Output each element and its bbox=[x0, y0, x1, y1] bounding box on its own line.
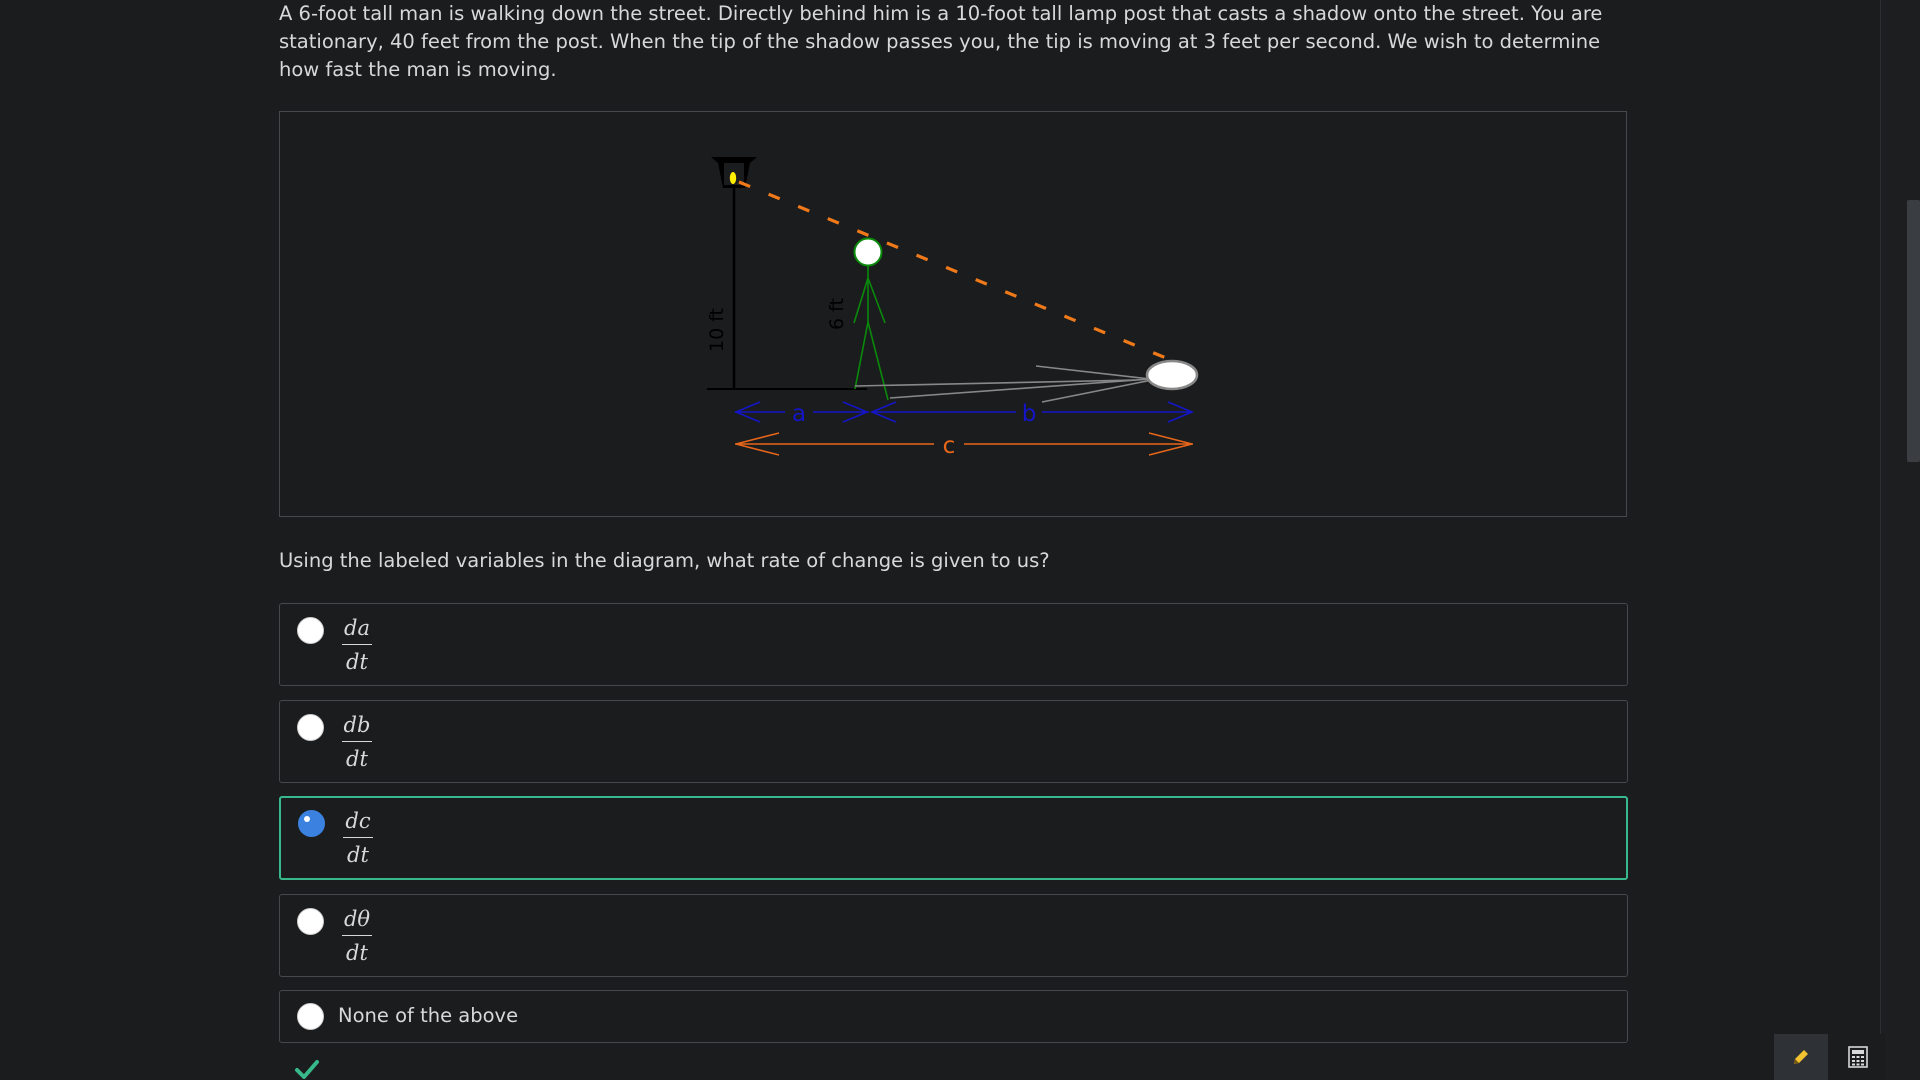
fraction-denominator: dt bbox=[346, 650, 368, 674]
diagram-box: 10 ft 6 ft a b c bbox=[279, 111, 1627, 517]
fraction-numerator: dc bbox=[345, 809, 371, 833]
fraction-dtheta-dt: dθ dt bbox=[342, 905, 372, 967]
fraction-bar bbox=[342, 644, 372, 645]
man-head bbox=[853, 237, 883, 267]
man-leg-right bbox=[867, 321, 889, 401]
choice-dc-dt[interactable]: dc dt bbox=[279, 796, 1628, 880]
pencil-icon bbox=[1794, 1050, 1808, 1064]
fraction-dc-dt: dc dt bbox=[343, 807, 373, 869]
checkmark-icon bbox=[295, 1060, 319, 1079]
man-leg-left bbox=[854, 321, 869, 390]
radio-dc-dt[interactable] bbox=[298, 810, 325, 837]
choice-label: None of the above bbox=[338, 1004, 519, 1027]
man-height-label: 6 ft bbox=[826, 298, 848, 330]
question-text: Using the labeled variables in the diagr… bbox=[279, 549, 1050, 572]
choice-none-of-the-above[interactable]: None of the above bbox=[279, 990, 1628, 1043]
calculator-button[interactable] bbox=[1831, 1034, 1885, 1080]
fraction-denominator: dt bbox=[346, 747, 368, 771]
man-arm-left bbox=[853, 277, 869, 324]
scrollbar-thumb[interactable] bbox=[1907, 200, 1920, 462]
scrollbar[interactable] bbox=[1881, 0, 1920, 1080]
radio-da-dt[interactable] bbox=[297, 617, 324, 644]
observer-head bbox=[1145, 359, 1199, 391]
radio-dtheta-dt[interactable] bbox=[297, 908, 324, 935]
radio-db-dt[interactable] bbox=[297, 714, 324, 741]
choice-dtheta-dt[interactable]: dθ dt bbox=[279, 894, 1628, 977]
problem-text: A 6-foot tall man is walking down the st… bbox=[279, 2, 1603, 81]
fraction-bar bbox=[342, 935, 372, 936]
label-b: b bbox=[1022, 401, 1037, 427]
label-c: c bbox=[943, 433, 956, 459]
fraction-numerator: da bbox=[344, 616, 370, 640]
fraction-da-dt: da dt bbox=[342, 614, 372, 676]
pencil-button[interactable] bbox=[1774, 1034, 1828, 1080]
choice-da-dt[interactable]: da dt bbox=[279, 603, 1628, 686]
fraction-denominator: dt bbox=[346, 941, 368, 965]
left-rail bbox=[0, 0, 27, 1080]
fraction-bar bbox=[342, 741, 372, 742]
radio-none-of-the-above[interactable] bbox=[297, 1003, 324, 1030]
observer-line-3 bbox=[1035, 365, 1151, 380]
lamp-light bbox=[729, 172, 737, 184]
fraction-denominator: dt bbox=[347, 843, 369, 867]
fraction-numerator: db bbox=[343, 713, 371, 737]
choice-db-dt[interactable]: db dt bbox=[279, 700, 1628, 783]
post-height-label: 10 ft bbox=[706, 308, 728, 352]
light-ray bbox=[738, 180, 1201, 374]
fraction-bar bbox=[343, 837, 373, 838]
related-rates-diagram: 10 ft 6 ft a b c bbox=[706, 157, 1201, 459]
fraction-numerator: dθ bbox=[343, 907, 371, 931]
label-a: a bbox=[792, 401, 806, 427]
man-arm-right bbox=[867, 277, 886, 324]
calculator-icon bbox=[1848, 1046, 1868, 1068]
fraction-db-dt: db dt bbox=[342, 711, 372, 773]
